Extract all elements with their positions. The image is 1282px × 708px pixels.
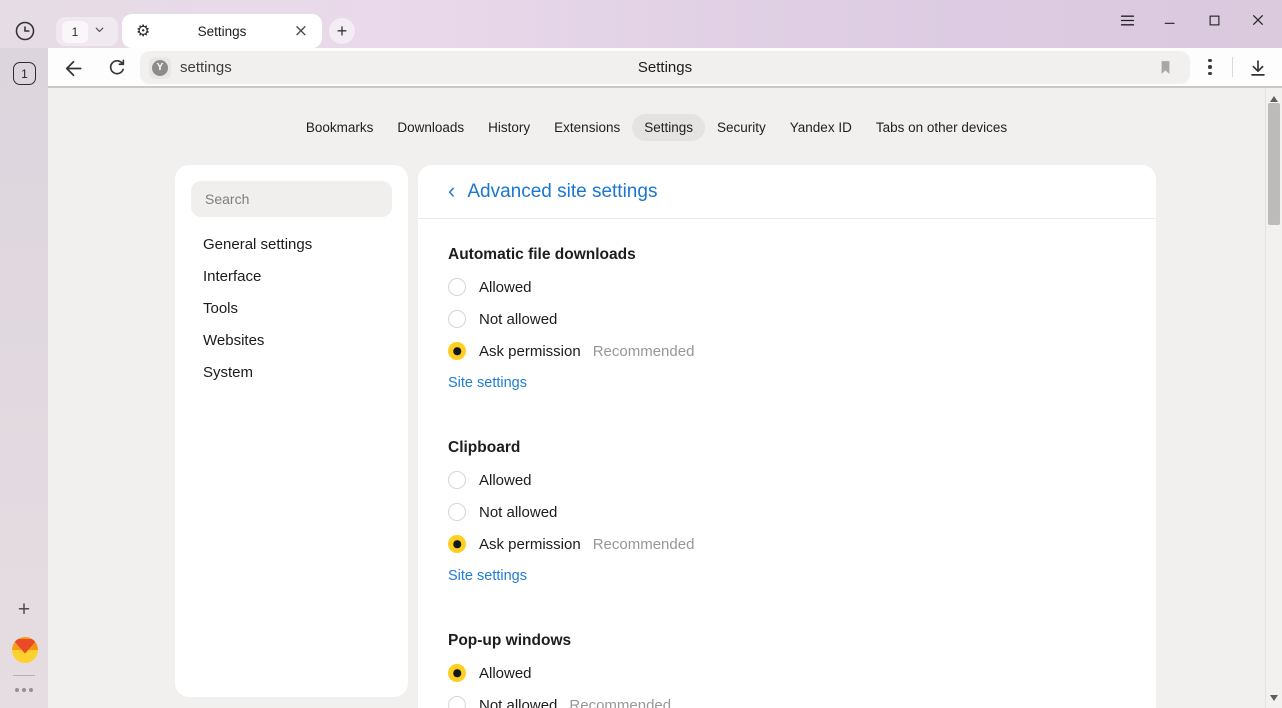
advanced-settings-back-link[interactable]: ‹ Advanced site settings [418,165,1156,219]
radio-icon[interactable] [448,310,466,328]
radio-option[interactable]: Allowed [448,271,1126,303]
radio-label: Allowed [479,279,532,296]
window-minimize-icon[interactable] [1157,7,1183,33]
settings-menu-card: General settingsInterfaceToolsWebsitesSy… [175,165,408,697]
advanced-settings-title: Advanced site settings [467,181,657,203]
section-title: Pop-up windows [448,632,1126,650]
radio-label: Allowed [479,472,532,489]
window-menu-icon[interactable] [1114,7,1140,33]
radio-label: Not allowed [479,697,557,708]
nav-tab[interactable]: Settings [632,114,705,141]
browser-window: 1 ⚙ Settings × + 1 + [0,0,1282,708]
tab-group-control[interactable]: 1 [56,17,118,46]
site-settings-card: ‹ Advanced site settings Automatic file … [418,165,1156,708]
rail-ellipsis-icon[interactable] [12,685,36,695]
radio-group: Allowed Not allowed Ask permission Recom… [448,271,1126,367]
nav-tab[interactable]: Downloads [385,114,476,141]
nav-tab[interactable]: Yandex ID [778,114,864,141]
radio-icon[interactable] [448,503,466,521]
radio-option[interactable]: Allowed [448,464,1126,496]
reload-icon[interactable] [105,56,129,80]
browser-tab-settings[interactable]: ⚙ Settings × [122,14,322,48]
radio-icon[interactable] [448,278,466,296]
download-icon[interactable] [1246,56,1270,80]
toolbar-divider [1232,57,1233,77]
radio-icon[interactable] [448,696,466,708]
radio-label: Ask permission [479,536,581,553]
radio-label: Not allowed [479,504,557,521]
more-actions-icon[interactable] [1200,56,1220,78]
tab-group-count: 1 [62,21,88,43]
menu-item[interactable]: Interface [191,260,392,292]
radio-label: Ask permission [479,343,581,360]
nav-tab[interactable]: Security [705,114,778,141]
site-favicon-icon: Y [149,57,171,79]
section-title: Automatic file downloads [448,246,1126,264]
settings-section: Pop-up windows Allowed Not allowed Recom… [448,632,1126,708]
scroll-thumb[interactable] [1268,103,1280,225]
rail-tab-counter[interactable]: 1 [13,62,36,85]
scrollbar[interactable] [1265,88,1282,708]
menu-item[interactable]: Tools [191,292,392,324]
scroll-down-icon[interactable] [1270,695,1278,701]
radio-option[interactable]: Ask permission Recommended [448,528,1126,560]
scroll-up-icon[interactable] [1270,96,1278,102]
rail-divider [13,675,35,676]
back-icon[interactable] [61,56,85,80]
section-title: Clipboard [448,439,1126,457]
recommended-note: Recommended [593,343,695,360]
rail-plus-icon[interactable]: + [13,599,35,621]
radio-icon[interactable] [448,342,466,360]
address-page-title: Settings [140,59,1190,76]
address-bar[interactable]: Y settings Settings [140,51,1190,84]
recommended-note: Recommended [569,697,671,708]
radio-group: Allowed Not allowed Recommended [448,657,1126,708]
radio-option[interactable]: Not allowed [448,303,1126,335]
yandex-mail-logo-icon[interactable] [12,637,38,663]
radio-group: Allowed Not allowed Ask permission Recom… [448,464,1126,560]
radio-option[interactable]: Not allowed Recommended [448,689,1126,708]
nav-tab[interactable]: Extensions [542,114,632,141]
history-clock-icon[interactable] [14,20,36,42]
url-text: settings [180,59,232,76]
menu-item[interactable]: General settings [191,228,392,260]
chevron-left-icon: ‹ [448,180,455,202]
toolbar: Y settings Settings [48,48,1282,86]
menu-item[interactable]: System [191,356,392,388]
side-rail: 1 + [0,48,48,708]
titlebar: 1 ⚙ Settings × + [0,0,1282,48]
window-close-icon[interactable] [1245,7,1271,33]
radio-icon[interactable] [448,664,466,682]
recommended-note: Recommended [593,536,695,553]
radio-icon[interactable] [448,535,466,553]
tab-close-icon[interactable]: × [290,14,312,48]
site-settings-sections: Automatic file downloads Allowed Not all… [418,246,1156,708]
settings-section: Automatic file downloads Allowed Not all… [448,246,1126,399]
settings-page: BookmarksDownloadsHistoryExtensionsSetti… [48,88,1282,708]
nav-tab[interactable]: History [476,114,542,141]
menu-item[interactable]: Websites [191,324,392,356]
window-maximize-icon[interactable] [1201,7,1227,33]
radio-label: Not allowed [479,311,557,328]
settings-nav: BookmarksDownloadsHistoryExtensionsSetti… [48,114,1265,141]
radio-icon[interactable] [448,471,466,489]
chevron-down-icon [93,23,106,41]
radio-option[interactable]: Not allowed [448,496,1126,528]
radio-label: Allowed [479,665,532,682]
search-input[interactable] [191,181,392,217]
bookmark-icon[interactable] [1154,56,1176,78]
new-tab-button[interactable]: + [329,18,355,44]
site-settings-link[interactable]: Site settings [448,560,527,592]
site-settings-link[interactable]: Site settings [448,367,527,399]
radio-option[interactable]: Allowed [448,657,1126,689]
nav-tab[interactable]: Tabs on other devices [864,114,1019,141]
settings-section: Clipboard Allowed Not allowed Ask permis… [448,439,1126,592]
settings-menu-list: General settingsInterfaceToolsWebsitesSy… [191,228,392,388]
nav-tab[interactable]: Bookmarks [294,114,386,141]
radio-option[interactable]: Ask permission Recommended [448,335,1126,367]
